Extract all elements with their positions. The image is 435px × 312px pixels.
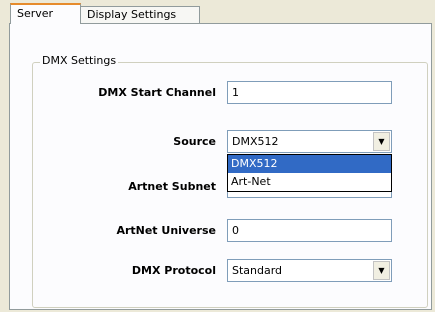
source-dropdown-list: DMX512 Art-Net — [227, 154, 392, 192]
artnet-universe-label: ArtNet Universe — [116, 224, 216, 237]
tab-server[interactable]: Server — [10, 3, 81, 24]
source-option-dmx512[interactable]: DMX512 — [228, 155, 391, 173]
source-label: Source — [173, 135, 216, 148]
protocol-select[interactable]: Standard ▼ — [227, 259, 392, 282]
chevron-down-icon[interactable]: ▼ — [373, 132, 390, 151]
start-channel-input[interactable]: 1 — [227, 81, 392, 104]
source-option-art-net[interactable]: Art-Net — [228, 173, 391, 191]
start-channel-label: DMX Start Channel — [98, 86, 216, 99]
tab-strip: Server Display Settings — [0, 0, 435, 24]
protocol-label: DMX Protocol — [131, 264, 216, 277]
source-select-value: DMX512 — [232, 135, 279, 148]
artnet-subnet-label: Artnet Subnet — [128, 180, 216, 193]
chevron-down-icon[interactable]: ▼ — [373, 261, 390, 280]
group-title: DMX Settings — [40, 54, 119, 67]
protocol-select-value: Standard — [232, 264, 283, 277]
artnet-universe-input[interactable]: 0 — [227, 219, 392, 242]
tab-display-settings[interactable]: Display Settings — [80, 6, 200, 23]
source-select[interactable]: DMX512 ▼ — [227, 130, 392, 153]
